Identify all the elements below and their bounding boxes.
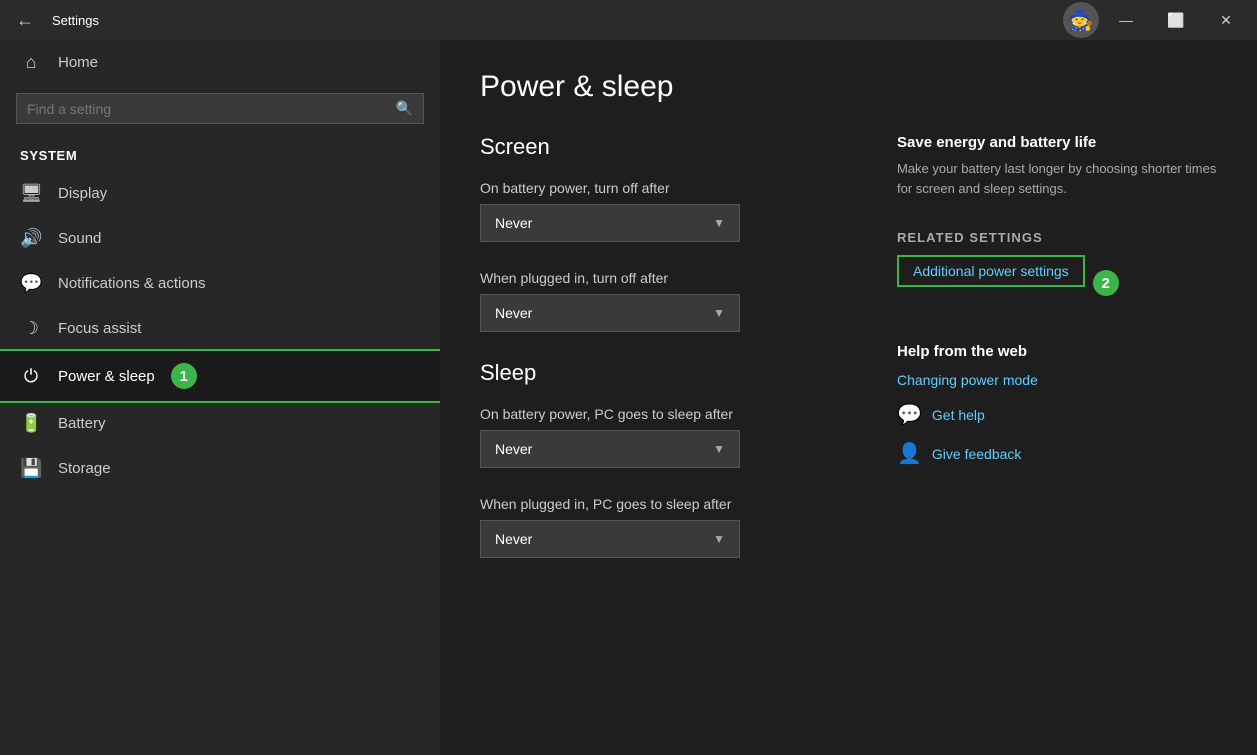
setting-group-battery-sleep: On battery power, PC goes to sleep after…	[480, 406, 837, 468]
get-help-link[interactable]: 💬 Get help	[897, 402, 1217, 427]
avatar-emoji: 🧙	[1069, 8, 1094, 33]
battery-sleep-label: On battery power, PC goes to sleep after	[480, 406, 837, 422]
sidebar-item-storage-label: Storage	[58, 460, 111, 477]
battery-sleep-arrow: ▼	[713, 442, 725, 456]
maximize-button[interactable]: ⬜	[1153, 4, 1199, 36]
avatar: 🧙	[1063, 2, 1099, 38]
back-button[interactable]: ←	[8, 6, 42, 35]
plugged-screen-dropdown[interactable]: Never ▼	[480, 294, 740, 332]
focus-icon: ☽	[20, 318, 42, 339]
sidebar-item-power[interactable]: ⏻ Power & sleep 1	[0, 351, 440, 401]
info-box-desc: Make your battery last longer by choosin…	[897, 159, 1217, 198]
close-button[interactable]: ✕	[1203, 4, 1249, 36]
give-feedback-label: Give feedback	[932, 446, 1022, 462]
titlebar-title: Settings	[52, 13, 99, 28]
sidebar-item-sound-label: Sound	[58, 230, 101, 247]
plugged-screen-label: When plugged in, turn off after	[480, 270, 837, 286]
titlebar: ← Settings 🧙 — ⬜ ✕	[0, 0, 1257, 40]
titlebar-left: ← Settings	[8, 6, 99, 35]
sidebar-item-home-label: Home	[58, 54, 98, 71]
right-panel: Save energy and battery life Make your b…	[897, 134, 1217, 586]
sidebar-item-display[interactable]: 🖥 Display	[0, 171, 440, 216]
app-body: ⌂ Home 🔍 System 🖥 Display 🔊 Sound 💬 Noti…	[0, 40, 1257, 755]
sidebar-item-display-label: Display	[58, 185, 107, 202]
additional-power-badge: 2	[1093, 270, 1119, 296]
setting-group-plugged-sleep: When plugged in, PC goes to sleep after …	[480, 496, 837, 558]
battery-screen-label: On battery power, turn off after	[480, 180, 837, 196]
plugged-sleep-dropdown[interactable]: Never ▼	[480, 520, 740, 558]
sound-icon: 🔊	[20, 228, 42, 249]
give-feedback-link[interactable]: 👤 Give feedback	[897, 441, 1217, 466]
related-settings: Related settings Additional power settin…	[897, 230, 1217, 311]
search-box[interactable]: 🔍	[16, 93, 424, 124]
sidebar-item-focus-label: Focus assist	[58, 320, 141, 337]
sidebar-item-battery-label: Battery	[58, 415, 106, 432]
screen-section-title: Screen	[480, 134, 837, 160]
get-help-label: Get help	[932, 407, 985, 423]
storage-icon: 💾	[20, 458, 42, 479]
help-title: Help from the web	[897, 343, 1217, 360]
sidebar-item-sound[interactable]: 🔊 Sound	[0, 216, 440, 261]
additional-power-settings-link[interactable]: Additional power settings	[897, 255, 1085, 287]
plugged-screen-arrow: ▼	[713, 306, 725, 320]
plugged-screen-value: Never	[495, 305, 532, 321]
sidebar-item-focus[interactable]: ☽ Focus assist	[0, 306, 440, 351]
battery-screen-dropdown[interactable]: Never ▼	[480, 204, 740, 242]
sidebar-item-storage[interactable]: 💾 Storage	[0, 446, 440, 491]
info-box-title: Save energy and battery life	[897, 134, 1217, 151]
search-icon: 🔍	[396, 100, 413, 117]
setting-group-plugged-screen: When plugged in, turn off after Never ▼	[480, 270, 837, 332]
notifications-icon: 💬	[20, 273, 42, 294]
search-input[interactable]	[27, 101, 388, 117]
sidebar-item-battery[interactable]: 🔋 Battery	[0, 401, 440, 446]
page-title: Power & sleep	[480, 70, 1217, 104]
sidebar-item-notifications-label: Notifications & actions	[58, 275, 206, 292]
main-col: Screen On battery power, turn off after …	[480, 134, 837, 586]
battery-screen-arrow: ▼	[713, 216, 725, 230]
help-section: Help from the web Changing power mode 💬 …	[897, 343, 1217, 466]
sidebar-item-notifications[interactable]: 💬 Notifications & actions	[0, 261, 440, 306]
setting-group-battery-screen: On battery power, turn off after Never ▼	[480, 180, 837, 242]
sidebar: ⌂ Home 🔍 System 🖥 Display 🔊 Sound 💬 Noti…	[0, 40, 440, 755]
plugged-sleep-arrow: ▼	[713, 532, 725, 546]
sidebar-item-power-badge: 1	[171, 363, 197, 389]
content-columns: Screen On battery power, turn off after …	[480, 134, 1217, 586]
sidebar-item-home[interactable]: ⌂ Home	[0, 40, 440, 85]
get-help-icon: 💬	[897, 402, 922, 427]
changing-power-mode-link[interactable]: Changing power mode	[897, 372, 1217, 388]
sidebar-item-power-label: Power & sleep	[58, 368, 155, 385]
related-settings-title: Related settings	[897, 230, 1217, 245]
changing-power-mode-label: Changing power mode	[897, 372, 1038, 388]
battery-sleep-value: Never	[495, 441, 532, 457]
sidebar-section-label: System	[0, 132, 440, 171]
plugged-sleep-label: When plugged in, PC goes to sleep after	[480, 496, 837, 512]
home-icon: ⌂	[20, 52, 42, 73]
minimize-button[interactable]: —	[1103, 4, 1149, 36]
battery-screen-value: Never	[495, 215, 532, 231]
sleep-section-title: Sleep	[480, 360, 837, 386]
battery-icon: 🔋	[20, 413, 42, 434]
info-box: Save energy and battery life Make your b…	[897, 134, 1217, 198]
power-icon: ⏻	[20, 366, 42, 387]
main-content: Power & sleep Screen On battery power, t…	[440, 40, 1257, 755]
display-icon: 🖥	[20, 183, 42, 204]
plugged-sleep-value: Never	[495, 531, 532, 547]
battery-sleep-dropdown[interactable]: Never ▼	[480, 430, 740, 468]
give-feedback-icon: 👤	[897, 441, 922, 466]
titlebar-controls: 🧙 — ⬜ ✕	[1063, 2, 1249, 38]
